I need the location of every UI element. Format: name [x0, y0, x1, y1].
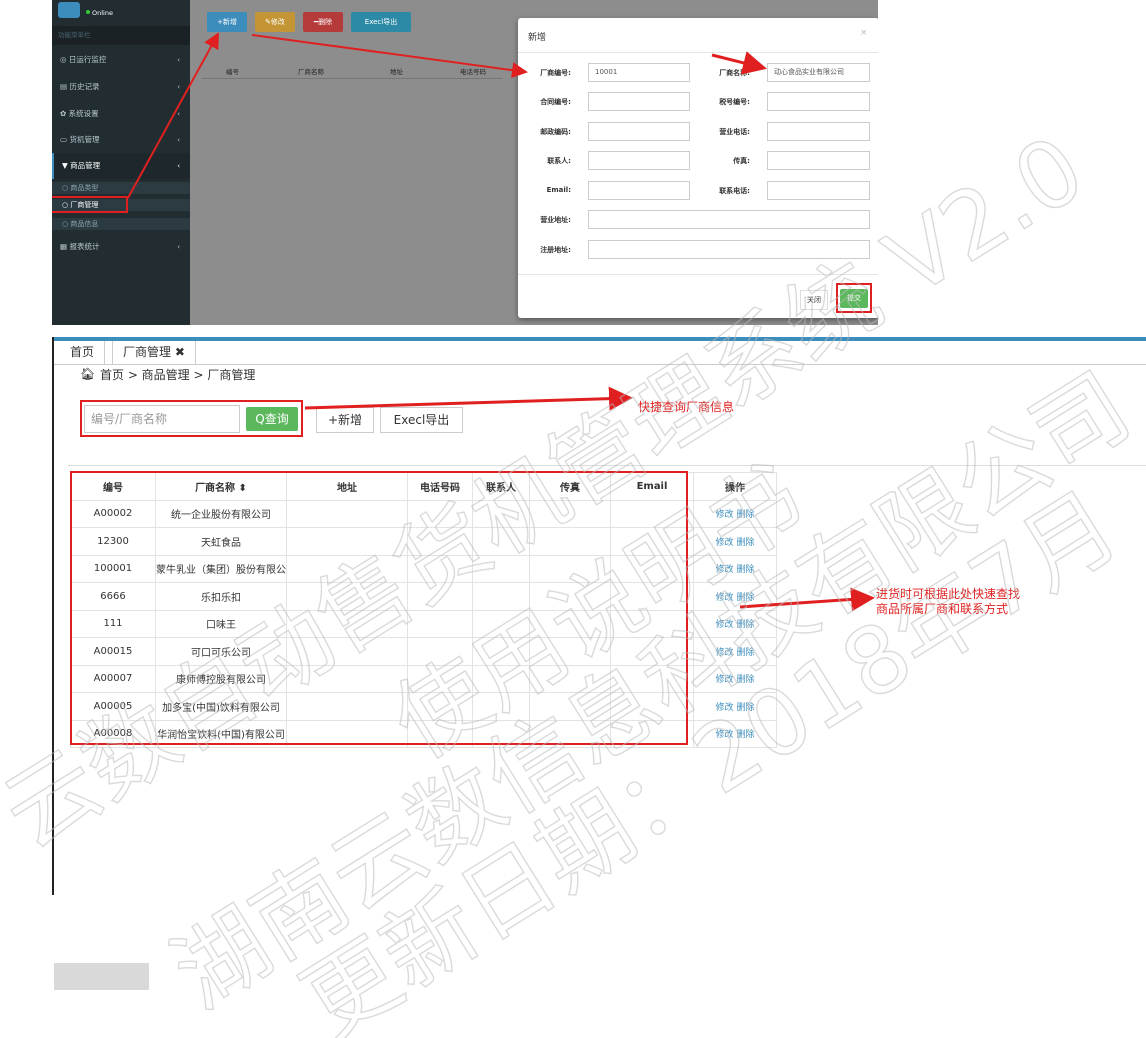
search-note: 快捷查询厂商信息 [638, 400, 735, 414]
annotation-arrows [127, 32, 875, 612]
grey-block [54, 963, 149, 990]
arrow-to-add-button [127, 32, 219, 199]
table-note: 进货时可根据此处快速查找 商品所属厂商和联系方式 [876, 587, 1021, 616]
arrow-add-to-modal [251, 34, 528, 79]
arrow-to-vendor-name [711, 51, 767, 75]
arrow-to-search-note [304, 386, 633, 411]
arrow-to-table-note [739, 587, 875, 612]
